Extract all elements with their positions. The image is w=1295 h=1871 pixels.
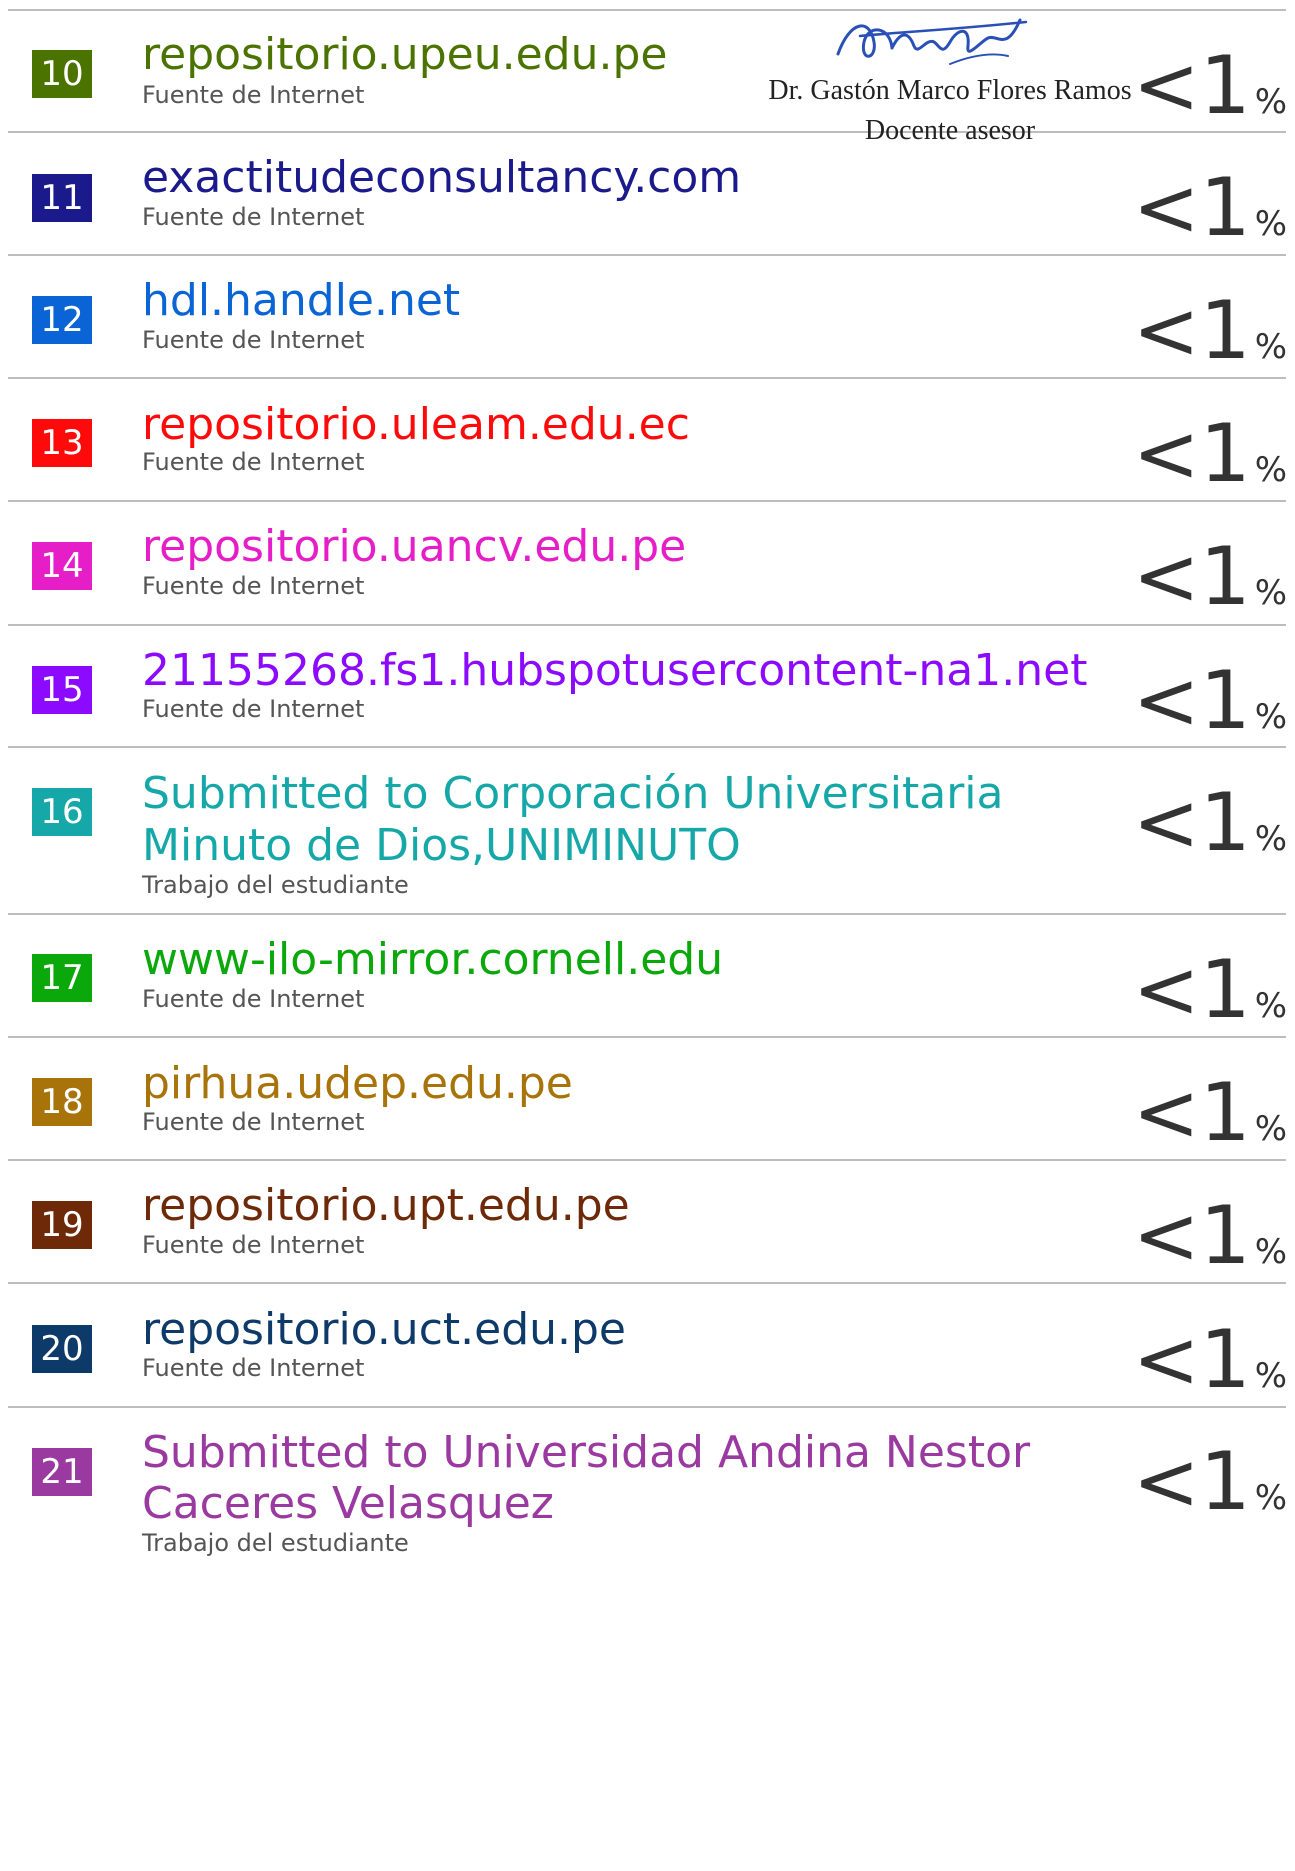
source-type: Trabajo del estudiante (142, 871, 409, 899)
source-percentage: <1% (1117, 1067, 1287, 1159)
percent-unit: % (1254, 1478, 1287, 1518)
source-title[interactable]: Submitted to Corporación Universitaria (142, 764, 1003, 824)
percentage-value: <1 (1132, 284, 1251, 377)
source-title[interactable]: hdl.handle.net (142, 271, 1002, 331)
source-number-badge: 17 (32, 954, 92, 1002)
percent-unit: % (1254, 327, 1287, 367)
source-title-line-2[interactable]: Minuto de Dios,UNIMINUTO (142, 816, 1002, 876)
source-percentage: <1% (1117, 655, 1287, 747)
source-type: Fuente de Internet (142, 81, 365, 109)
source-type: Fuente de Internet (142, 1354, 365, 1382)
row-divider (8, 254, 1286, 256)
source-type: Fuente de Internet (142, 695, 365, 723)
source-percentage: <1% (1117, 1436, 1287, 1528)
percentage-value: <1 (1132, 943, 1251, 1036)
source-percentage: <1% (1117, 944, 1287, 1036)
source-number-badge: 16 (32, 788, 92, 836)
percent-unit: % (1254, 82, 1287, 122)
source-percentage: <1% (1117, 1314, 1287, 1406)
percent-unit: % (1254, 986, 1287, 1026)
source-type: Fuente de Internet (142, 985, 365, 1013)
source-number-badge: 20 (32, 1325, 92, 1373)
row-divider (8, 1282, 1286, 1284)
percentage-value: <1 (1132, 530, 1251, 623)
source-percentage: <1% (1117, 162, 1287, 254)
source-number-badge: 14 (32, 542, 92, 590)
percent-unit: % (1254, 450, 1287, 490)
source-title[interactable]: pirhua.udep.edu.pe (142, 1054, 1002, 1114)
source-number-badge: 13 (32, 419, 92, 467)
percent-unit: % (1254, 697, 1287, 737)
source-percentage: <1% (1117, 408, 1287, 500)
percent-unit: % (1254, 573, 1287, 613)
source-number-badge: 11 (32, 174, 92, 222)
row-divider (8, 624, 1286, 626)
source-type: Fuente de Internet (142, 203, 365, 231)
source-title[interactable]: repositorio.uancv.edu.pe (142, 517, 1002, 577)
percent-unit: % (1254, 1356, 1287, 1396)
percentage-value: <1 (1132, 1435, 1251, 1528)
percentage-value: <1 (1132, 1189, 1251, 1282)
source-type: Fuente de Internet (142, 1231, 365, 1259)
source-type: Fuente de Internet (142, 1108, 365, 1136)
percent-unit: % (1254, 819, 1287, 859)
source-percentage: <1% (1117, 285, 1287, 377)
source-type: Fuente de Internet (142, 326, 365, 354)
source-number-badge: 21 (32, 1448, 92, 1496)
row-divider (8, 500, 1286, 502)
source-percentage: <1% (1117, 1190, 1287, 1282)
row-divider (8, 1406, 1286, 1408)
percent-unit: % (1254, 204, 1287, 244)
row-divider (8, 1036, 1286, 1038)
row-divider (8, 913, 1286, 915)
handwritten-signature (836, 18, 1028, 65)
source-title[interactable]: repositorio.uct.edu.pe (142, 1300, 1002, 1360)
percent-unit: % (1254, 1109, 1287, 1149)
source-type: Fuente de Internet (142, 572, 365, 600)
advisor-signature-stamp: Dr. Gastón Marco Flores Ramos Docente as… (730, 12, 1170, 152)
source-number-badge: 18 (32, 1078, 92, 1126)
source-title[interactable]: repositorio.uleam.edu.ec (142, 395, 1002, 455)
percent-unit: % (1254, 1232, 1287, 1272)
source-percentage: <1% (1117, 777, 1287, 869)
row-divider (8, 9, 1286, 11)
source-number-badge: 15 (32, 666, 92, 714)
source-type: Fuente de Internet (142, 448, 365, 476)
percentage-value: <1 (1132, 654, 1251, 747)
advisor-role: Docente asesor (864, 115, 1036, 146)
source-title[interactable]: www-ilo-mirror.cornell.edu (142, 930, 1002, 990)
percentage-value: <1 (1132, 407, 1251, 500)
percentage-value: <1 (1132, 776, 1251, 869)
source-title[interactable]: 21155268.fs1.hubspotusercontent-na1.net (142, 641, 1087, 701)
percentage-value: <1 (1132, 1066, 1251, 1159)
source-title[interactable]: repositorio.upt.edu.pe (142, 1176, 1002, 1236)
row-divider (8, 377, 1286, 379)
source-percentage: <1% (1117, 531, 1287, 623)
source-title[interactable]: exactitudeconsultancy.com (142, 148, 1002, 208)
source-type: Trabajo del estudiante (142, 1529, 409, 1557)
advisor-name: Dr. Gastón Marco Flores Ramos (768, 75, 1132, 106)
source-number-badge: 10 (32, 50, 92, 98)
source-number-badge: 19 (32, 1201, 92, 1249)
source-number-badge: 12 (32, 296, 92, 344)
percentage-value: <1 (1132, 161, 1251, 254)
percentage-value: <1 (1132, 1313, 1251, 1406)
source-title-line-2[interactable]: Caceres Velasquez (142, 1474, 1002, 1534)
row-divider (8, 746, 1286, 748)
row-divider (8, 1159, 1286, 1161)
